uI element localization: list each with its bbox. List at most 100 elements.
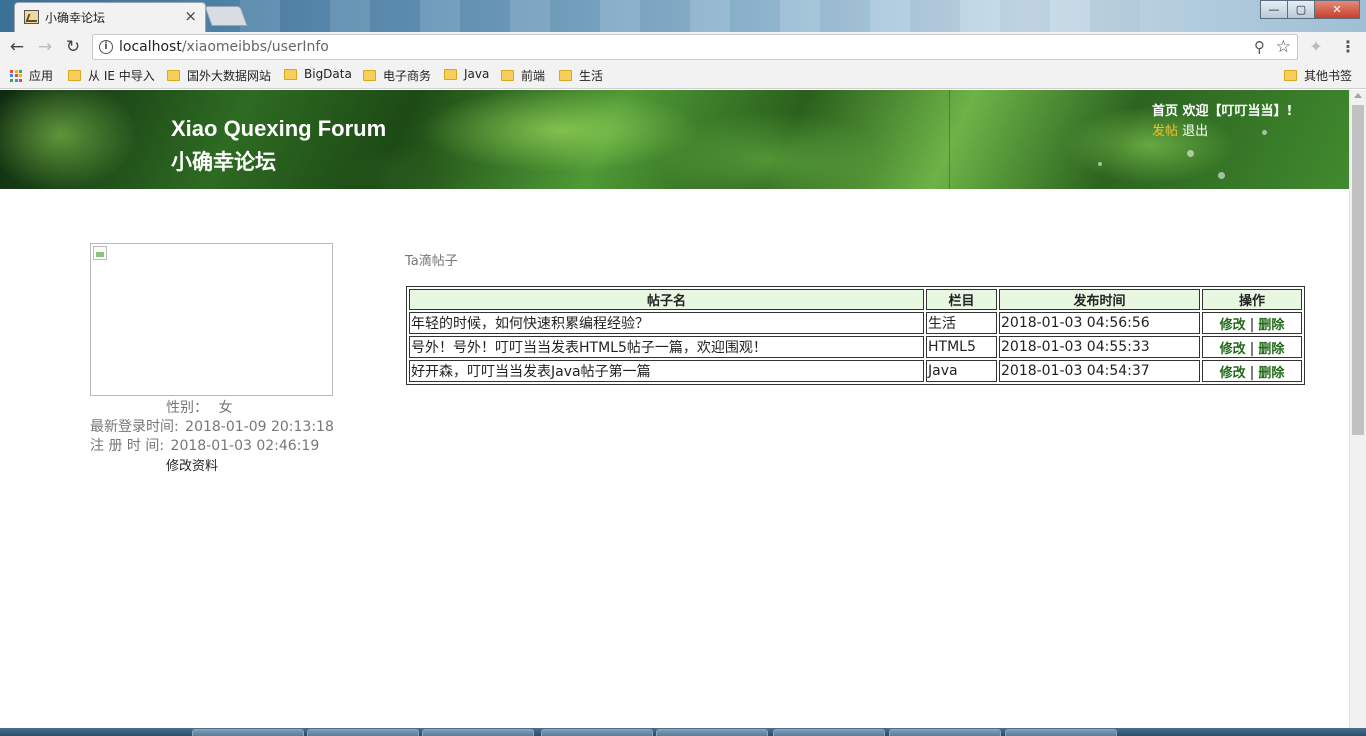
banner-dewdrop <box>1098 162 1102 166</box>
taskbar-item[interactable] <box>192 729 304 736</box>
window-titlebar: 小确幸论坛 × — ▢ ✕ <box>0 0 1366 32</box>
forward-arrow-icon[interactable]: → <box>34 36 56 58</box>
extension-icon[interactable]: ✦ <box>1307 38 1325 56</box>
register-value: 2018-01-03 02:46:19 <box>170 438 320 454</box>
new-tab-button[interactable] <box>204 6 248 26</box>
taskbar-item[interactable] <box>307 729 419 736</box>
post-actions: 修改 | 删除 <box>1202 312 1302 334</box>
post-time: 2018-01-03 04:54:37 <box>999 360 1200 382</box>
tab-title: 小确幸论坛 <box>45 11 106 25</box>
home-link[interactable]: 首页 <box>1152 104 1178 119</box>
minimize-button[interactable]: — <box>1260 0 1288 19</box>
bookmark-star-icon[interactable]: ☆ <box>1276 37 1291 57</box>
address-bar[interactable]: i localhost/xiaomeibbs/userInfo ⚲ ☆ <box>92 34 1298 60</box>
site-title-cn: 小确幸论坛 <box>171 150 276 174</box>
titlebar-background <box>240 0 1140 32</box>
forum-header-banner: Xiao Quexing Forum 小确幸论坛 首页 欢迎【叮叮当当】! 发帖… <box>0 90 1349 189</box>
edit-post-button[interactable]: 修改 <box>1220 342 1246 357</box>
action-separator: | <box>1249 340 1255 357</box>
folder-icon <box>363 70 376 81</box>
table-row: 号外！号外！叮叮当当发表HTML5帖子一篇，欢迎围观！ HTML5 2018-0… <box>409 336 1302 358</box>
os-taskbar <box>0 728 1366 736</box>
post-category: Java <box>926 360 997 382</box>
gender-label: 性别： <box>166 400 208 416</box>
last-login-row: 最新登录时间: 2018-01-09 20:13:18 <box>90 416 334 436</box>
header-user-nav: 首页 欢迎【叮叮当当】! <box>1152 100 1292 119</box>
site-title-en: Xiao Quexing Forum <box>171 116 387 141</box>
browser-tab-active[interactable]: 小确幸论坛 × <box>14 2 206 32</box>
taskbar-item[interactable] <box>1005 729 1117 736</box>
folder-icon <box>167 70 180 81</box>
post-actions: 修改 | 删除 <box>1202 360 1302 382</box>
taskbar-item[interactable] <box>773 729 885 736</box>
action-separator: | <box>1249 364 1255 381</box>
edit-post-button[interactable]: 修改 <box>1220 318 1246 333</box>
post-time: 2018-01-03 04:55:33 <box>999 336 1200 358</box>
gender-row: 性别： 女 <box>166 397 232 417</box>
column-header-publish-time: 发布时间 <box>999 289 1200 310</box>
bookmark-folder-ie-import[interactable]: 从 IE 中导入 <box>68 67 155 84</box>
folder-icon <box>444 68 457 80</box>
user-posts-table: 帖子名 栏目 发布时间 操作 年轻的时候，如何快速积累编程经验？ 生活 2018… <box>406 286 1305 385</box>
new-post-link[interactable]: 发帖 <box>1152 124 1178 139</box>
last-login-label: 最新登录时间: <box>90 419 179 435</box>
apps-grid-icon <box>10 69 22 82</box>
register-label: 注 册 时 间: <box>90 438 165 454</box>
delete-post-button[interactable]: 删除 <box>1258 318 1284 333</box>
delete-post-button[interactable]: 删除 <box>1258 342 1284 357</box>
post-actions: 修改 | 删除 <box>1202 336 1302 358</box>
banner-dewdrop <box>1187 150 1194 157</box>
bookmark-apps[interactable]: 应用 <box>10 67 53 84</box>
page-scrollbar[interactable] <box>1349 90 1366 728</box>
page-viewport: Xiao Quexing Forum 小确幸论坛 首页 欢迎【叮叮当当】! 发帖… <box>0 90 1349 728</box>
edit-profile-link[interactable]: 修改资料 <box>166 455 218 474</box>
edit-post-button[interactable]: 修改 <box>1220 366 1246 381</box>
bookmark-folder-other[interactable]: 其他书签 <box>1284 67 1352 84</box>
bookmark-label: 从 IE 中导入 <box>88 69 155 83</box>
bookmark-folder-bigdata[interactable]: BigData <box>284 67 352 81</box>
column-header-post-name: 帖子名 <box>409 289 924 310</box>
post-name[interactable]: 年轻的时候，如何快速积累编程经验？ <box>409 312 924 334</box>
last-login-value: 2018-01-09 20:13:18 <box>185 419 334 435</box>
taskbar-item[interactable] <box>541 729 653 736</box>
bookmark-folder-frontend[interactable]: 前端 <box>501 67 545 84</box>
column-header-actions: 操作 <box>1202 289 1302 310</box>
scrollbar-thumb[interactable] <box>1352 105 1364 435</box>
welcome-text: 欢迎【叮叮当当】! <box>1182 104 1293 119</box>
url-host: localhost <box>119 39 182 55</box>
action-separator: | <box>1249 316 1255 333</box>
bookmark-folder-ecommerce[interactable]: 电子商务 <box>363 67 431 84</box>
close-window-button[interactable]: ✕ <box>1314 0 1360 19</box>
tab-close-icon[interactable]: × <box>184 7 197 25</box>
taskbar-item[interactable] <box>656 729 768 736</box>
back-arrow-icon[interactable]: ← <box>6 36 28 58</box>
folder-icon <box>501 70 514 81</box>
post-name[interactable]: 好开森，叮叮当当发表Java帖子第一篇 <box>409 360 924 382</box>
table-header-row: 帖子名 栏目 发布时间 操作 <box>409 289 1302 310</box>
logout-link[interactable]: 退出 <box>1182 124 1208 139</box>
reload-icon[interactable]: ↻ <box>62 36 84 58</box>
banner-dewdrop <box>1218 172 1225 179</box>
table-row: 年轻的时候，如何快速积累编程经验？ 生活 2018-01-03 04:56:56… <box>409 312 1302 334</box>
folder-icon <box>1284 70 1297 81</box>
bookmark-label: 电子商务 <box>383 69 432 83</box>
post-category: HTML5 <box>926 336 997 358</box>
bookmark-folder-java[interactable]: Java <box>444 67 489 81</box>
taskbar-item[interactable] <box>422 729 534 736</box>
folder-icon <box>284 68 297 80</box>
user-posts-title: Ta滴帖子 <box>405 254 458 269</box>
taskbar-item[interactable] <box>889 729 1001 736</box>
post-time: 2018-01-03 04:56:56 <box>999 312 1200 334</box>
url-text: localhost/xiaomeibbs/userInfo <box>119 39 329 55</box>
site-info-icon[interactable]: i <box>99 40 113 54</box>
scroll-up-icon[interactable] <box>1354 93 1362 98</box>
bookmark-folder-bigdata-sites[interactable]: 国外大数据网站 <box>167 67 271 84</box>
banner-seam <box>949 90 950 189</box>
zoom-icon[interactable]: ⚲ <box>1254 38 1265 56</box>
browser-menu-icon[interactable]: ⋮ <box>1340 37 1356 57</box>
post-name[interactable]: 号外！号外！叮叮当当发表HTML5帖子一篇，欢迎围观！ <box>409 336 924 358</box>
bookmarks-bar: 应用 从 IE 中导入 国外大数据网站 BigData 电子商务 Java 前端… <box>0 62 1366 89</box>
bookmark-folder-life[interactable]: 生活 <box>559 67 603 84</box>
maximize-button[interactable]: ▢ <box>1287 0 1315 19</box>
delete-post-button[interactable]: 删除 <box>1258 366 1284 381</box>
